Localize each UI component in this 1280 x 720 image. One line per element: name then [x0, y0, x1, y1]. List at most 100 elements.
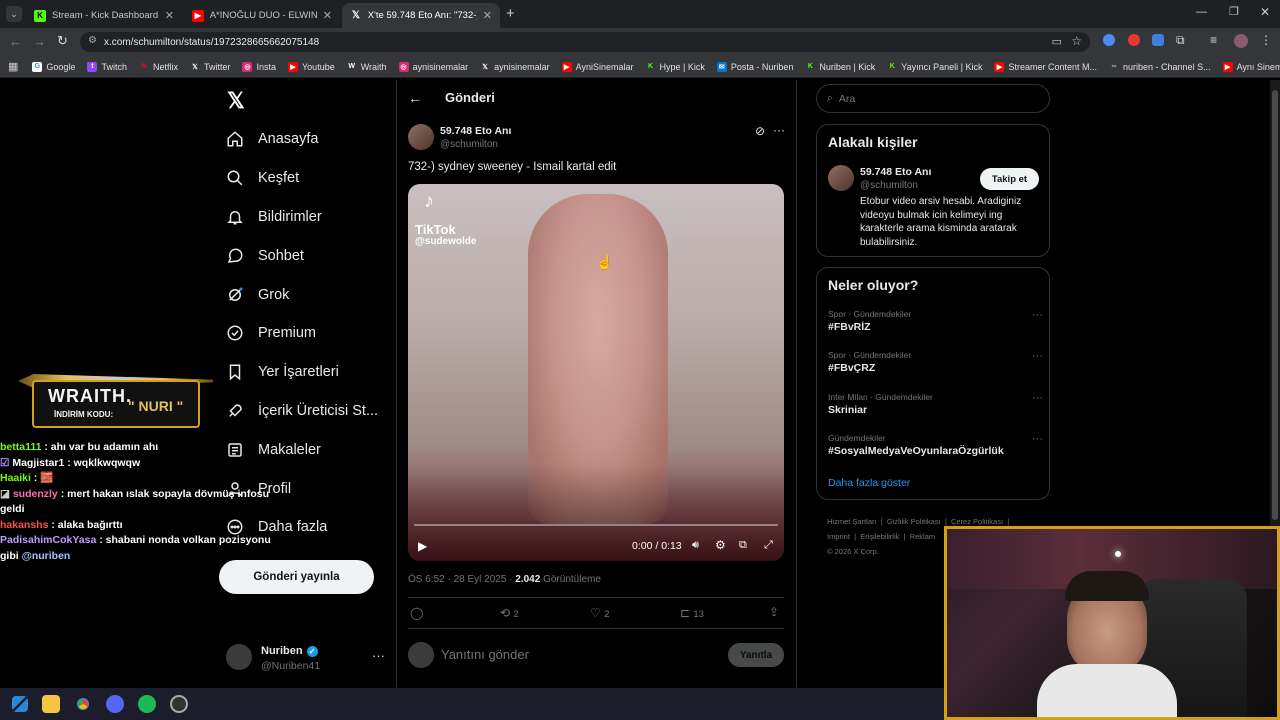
bookmark[interactable]: K Yayıncı Paneli | Kick: [887, 62, 983, 72]
close-icon[interactable]: ✕: [165, 9, 174, 22]
chrome-icon[interactable]: [74, 695, 92, 713]
address-bar[interactable]: ⚙ x.com/schumilton/status/19723286656620…: [80, 32, 1090, 52]
nav-chat[interactable]: Sohbet: [226, 247, 304, 265]
obs-icon[interactable]: [170, 695, 188, 713]
bookmark[interactable]: 𝕏aynisinemalar: [480, 62, 549, 72]
author-avatar[interactable]: [408, 124, 434, 150]
like-icon[interactable]: ♡ 2: [590, 606, 609, 620]
post-button[interactable]: Gönderi yayınla: [219, 560, 374, 594]
more-icon[interactable]: ···: [773, 123, 785, 137]
video-player[interactable]: ♪ TikTok @sudewolde ☝ ▶ 0:00 / 0:13 🔊︎ ⚙…: [408, 184, 784, 561]
show-more-link[interactable]: Daha fazla göster: [828, 477, 910, 489]
trend-item[interactable]: Spor · Gündemdekiler #FBvÇRZ ···: [828, 350, 1043, 374]
reload-icon[interactable]: ↻: [57, 33, 68, 49]
bookmark[interactable]: K Nuriben | Kick: [805, 62, 875, 72]
nav-explore[interactable]: Keşfet: [226, 169, 299, 187]
cast-icon[interactable]: ▭: [1052, 35, 1062, 48]
chat-message: ◪ sudenzly : mert hakan ıslak sopayla dö…: [0, 487, 270, 516]
trend-item[interactable]: Spor · Gündemdekiler #FBvRİZ ···: [828, 309, 1043, 333]
bookmark[interactable]: ◎ aynisinemalar: [398, 61, 468, 72]
follow-button[interactable]: Takip et: [980, 168, 1039, 190]
video-progress-bar[interactable]: [414, 524, 778, 526]
back-icon[interactable]: ←: [408, 90, 422, 106]
author-handle[interactable]: @schumilton: [440, 139, 498, 150]
new-tab-button[interactable]: +: [506, 5, 515, 22]
profile-avatar[interactable]: [1234, 34, 1248, 48]
bookmark[interactable]: G Google: [32, 61, 75, 72]
extension-icon[interactable]: [1128, 34, 1140, 46]
avatar[interactable]: [828, 165, 854, 191]
scrollbar-thumb[interactable]: [1272, 90, 1278, 520]
tab-x-post[interactable]: 𝕏 X'te 59.748 Eto Anı: "732-) syd ✕: [342, 3, 500, 28]
close-window-button[interactable]: ✕: [1260, 5, 1270, 19]
avatar: [226, 644, 252, 670]
apps-icon[interactable]: ▦: [8, 60, 18, 73]
nav-grok[interactable]: Grok: [226, 286, 289, 304]
bookmark[interactable]: N Netflix: [139, 62, 178, 72]
instagram-icon: ◎: [398, 61, 409, 72]
minimize-button[interactable]: —: [1196, 6, 1207, 18]
bookmark[interactable]: ▶ Streamer Content M...: [994, 61, 1097, 72]
share-icon[interactable]: ⇪: [769, 605, 779, 619]
reply-input[interactable]: Yanıtını gönder: [441, 647, 529, 662]
bookmark[interactable]: W Wraith: [347, 62, 386, 72]
discord-icon[interactable]: [106, 695, 124, 713]
account-switcher[interactable]: Nuriben ✓ @Nuriben41 ···: [226, 644, 396, 674]
tab-search-button[interactable]: ⌄: [6, 6, 22, 22]
reply-icon[interactable]: ◯: [410, 606, 423, 620]
windows-start-icon[interactable]: [12, 696, 28, 712]
trend-item[interactable]: Gündemdekiler #SosyalMedyaVeOyunlaraÖzgü…: [828, 433, 1043, 457]
settings-icon[interactable]: ⚙: [715, 538, 726, 552]
author-name[interactable]: 59.748 Eto Anı: [440, 125, 511, 137]
close-icon[interactable]: ✕: [483, 9, 492, 22]
bookmark[interactable]: ▶Aynı Sinemalar - Ça...: [1222, 61, 1280, 72]
fullscreen-icon[interactable]: ⤢: [764, 539, 773, 552]
trend-item[interactable]: Inter Milan · Gündemdekiler Skriniar ···: [828, 392, 1043, 416]
more-icon[interactable]: ···: [1032, 350, 1043, 362]
bookmark[interactable]: ∞ nuriben - Channel S...: [1109, 62, 1211, 72]
avatar: [408, 642, 434, 668]
extension-icon[interactable]: [1103, 34, 1115, 46]
bookmark[interactable]: ◎ Insta: [242, 61, 276, 72]
forward-icon[interactable]: →: [33, 34, 46, 49]
more-icon[interactable]: ···: [1032, 392, 1043, 404]
playlist-icon[interactable]: ≡: [1210, 33, 1217, 47]
more-icon[interactable]: ···: [372, 648, 385, 663]
nav-premium[interactable]: Premium: [226, 324, 316, 342]
play-icon[interactable]: ▶: [418, 539, 427, 553]
bookmark[interactable]: ▶ Youtube: [288, 61, 335, 72]
search-input[interactable]: ⌕ Ara: [816, 84, 1050, 113]
related-people-card: Alakalı kişiler 59.748 Eto Anı @schumilt…: [816, 124, 1050, 257]
tab-kick-dashboard[interactable]: K Stream - Kick Dashboard ✕: [26, 3, 182, 28]
shield-icon[interactable]: [1152, 34, 1164, 46]
repost-icon[interactable]: ⟲ 2: [500, 606, 519, 620]
bookmark[interactable]: ▶ AyniSinemalar: [561, 61, 634, 72]
star-icon[interactable]: ☆: [1071, 34, 1082, 48]
pip-icon[interactable]: ⧉: [739, 539, 747, 552]
youtube-icon: ▶: [561, 61, 572, 72]
volume-icon[interactable]: 🔊︎: [692, 539, 699, 552]
more-icon[interactable]: ···: [1032, 433, 1043, 445]
site-info-icon[interactable]: ⚙: [88, 35, 97, 46]
reply-button[interactable]: Yanıtla: [728, 643, 784, 667]
spotify-icon[interactable]: [138, 695, 156, 713]
scrollbar[interactable]: [1270, 80, 1280, 526]
more-icon[interactable]: ···: [1032, 309, 1043, 321]
maximize-button[interactable]: ❐: [1229, 5, 1239, 18]
nav-notifications[interactable]: Bildirimler: [226, 208, 322, 226]
nav-creator-studio[interactable]: İçerik Üreticisi St...: [226, 402, 378, 420]
tab-youtube[interactable]: ▶ A*INOĞLU DUO - ELWIND'E AH ✕: [184, 3, 340, 28]
bookmark[interactable]: t Twitch: [87, 61, 127, 72]
grok-icon[interactable]: ⊘: [755, 124, 765, 138]
close-icon[interactable]: ✕: [323, 9, 332, 22]
puzzle-icon[interactable]: ⧉: [1176, 33, 1185, 48]
file-explorer-icon[interactable]: [42, 695, 60, 713]
bookmark[interactable]: K Hype | Kick: [646, 62, 705, 72]
back-icon[interactable]: ←: [9, 34, 22, 49]
menu-icon[interactable]: ⋮: [1260, 33, 1272, 47]
bookmark-icon[interactable]: ⊏ 13: [680, 606, 704, 620]
bookmark[interactable]: 𝕏 Twitter: [190, 62, 230, 72]
nav-bookmarks[interactable]: Yer İşaretleri: [226, 363, 339, 381]
bookmark[interactable]: ✉ Posta - Nuriben: [716, 61, 793, 72]
nav-home[interactable]: Anasayfa: [226, 130, 318, 148]
